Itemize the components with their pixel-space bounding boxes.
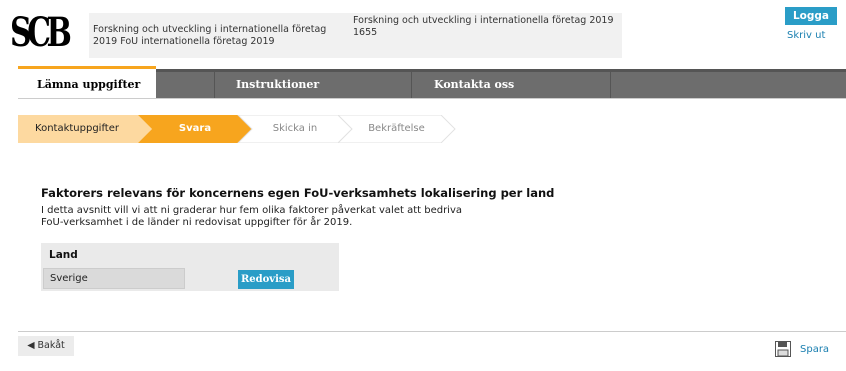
nav-underline <box>18 98 846 99</box>
nav-separator <box>411 72 412 98</box>
description-line2: FoU-verksamhet i de länder ni redovisat … <box>41 217 353 228</box>
tab-lamna-uppgifter[interactable]: Lämna uppgifter <box>18 66 156 98</box>
nav-separator <box>610 72 611 98</box>
country-cell: Sverige <box>43 268 185 289</box>
step-svara: Svara <box>178 123 212 134</box>
tab-kontakta-oss[interactable]: Kontakta oss <box>434 72 514 98</box>
survey-name-line2: 2019 FoU internationella företag 2019 <box>93 36 275 47</box>
survey-company-id: 1655 <box>353 27 378 38</box>
section-description: I detta avsnitt vill vi att ni graderar … <box>41 205 462 229</box>
main-nav: Lämna uppgifter Instruktioner Kontakta o… <box>18 66 846 98</box>
survey-name: Forskning och utveckling i internationel… <box>93 24 326 48</box>
footer-divider <box>18 331 846 332</box>
redovisa-button[interactable]: Redovisa <box>238 270 294 289</box>
step-kontaktuppgifter: Kontaktuppgifter <box>35 123 119 134</box>
survey-company-line1: Forskning och utveckling i internationel… <box>353 15 614 26</box>
section-title: Faktorers relevans för koncernens egen F… <box>41 186 555 200</box>
survey-name-line1: Forskning och utveckling i internationel… <box>93 24 327 35</box>
floppy-disk-icon <box>775 341 791 357</box>
survey-company: Forskning och utveckling i internationel… <box>353 15 614 39</box>
step-skicka-in: Skicka in <box>272 123 318 134</box>
save-label: Spara <box>800 344 830 355</box>
print-link[interactable]: Skriv ut <box>787 30 825 41</box>
scb-logo: SCB <box>10 9 72 56</box>
nav-separator <box>214 72 215 98</box>
tab-instruktioner[interactable]: Instruktioner <box>236 72 319 98</box>
step-bekraftelse: Bekräftelse <box>368 123 425 134</box>
logout-button[interactable]: Logga ut <box>785 7 837 40</box>
survey-info-box: Forskning och utveckling i internationel… <box>89 13 622 58</box>
column-header-land: Land <box>49 249 78 261</box>
back-button[interactable]: ◀ Bakåt <box>18 336 74 356</box>
description-line1: I detta avsnitt vill vi att ni graderar … <box>41 205 463 216</box>
country-table: Land Sverige Redovisa <box>41 243 339 291</box>
